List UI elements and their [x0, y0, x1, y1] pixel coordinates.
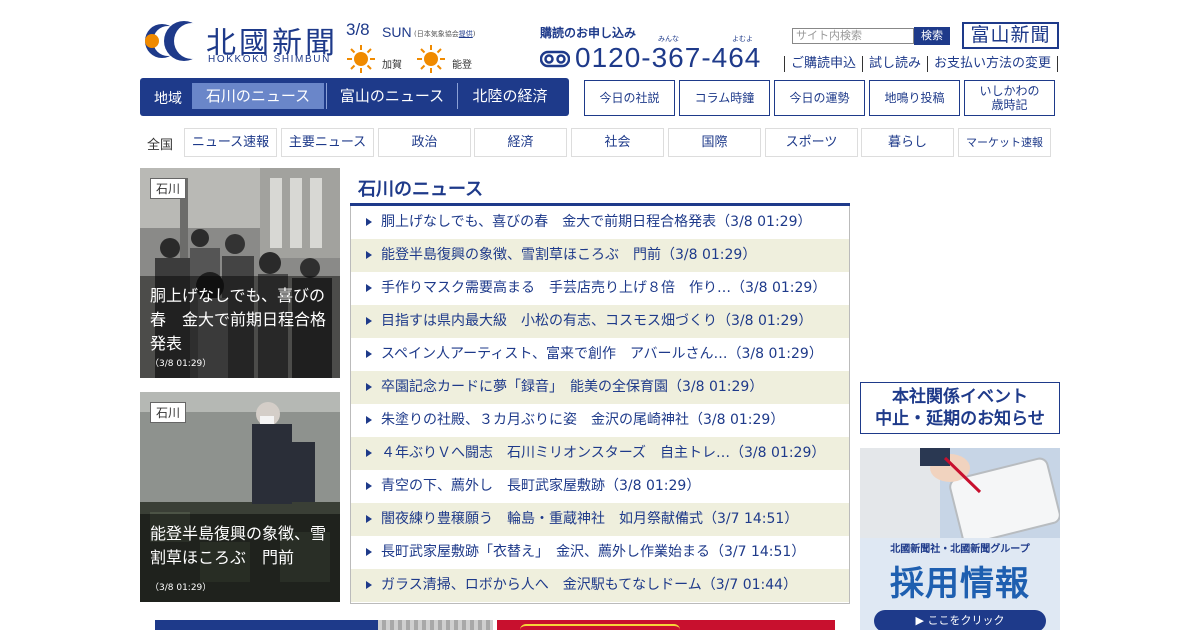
section-fortune-button[interactable]: 今日の運勢 [774, 80, 865, 116]
recruit-title: 採用情報 [890, 564, 1030, 604]
category-breaking-news[interactable]: ニュース速報 [184, 128, 277, 157]
arrow-right-icon [366, 449, 372, 457]
category-sports[interactable]: スポーツ [765, 128, 858, 157]
category-top-news[interactable]: 主要ニュース [281, 128, 374, 157]
weather-date: 3/8 [346, 20, 370, 39]
region-divider [326, 83, 327, 109]
weather-place-kaga: 加賀 [382, 60, 402, 71]
photo-story-1[interactable]: 石川 胴上げなしでも、喜びの春 金大で前期日程合格発表 （3/8 01:29） [140, 168, 340, 378]
arrow-right-icon [366, 515, 372, 523]
photo-region-tag: 石川 [150, 178, 187, 199]
event-banner-line1: 本社関係イベント [892, 387, 1028, 407]
section-column-button[interactable]: コラム時鐘 [679, 80, 770, 116]
weather-day: SUN [382, 24, 412, 40]
news-item[interactable]: 手作りマスク需要高まる 手芸店売り上げ８倍 作り…（3/8 01:29） [351, 272, 849, 305]
toyama-shimbun-link[interactable]: 富山新聞 [962, 22, 1059, 49]
bottom-ad-left-image [378, 620, 493, 630]
logo-mark-icon [145, 21, 200, 61]
arrow-right-icon [366, 350, 372, 358]
tab-hokuriku-economy[interactable]: 北陸の経済 [458, 83, 562, 109]
event-banner-line2: 中止・延期のお知らせ [875, 409, 1045, 429]
weather-place-noto: 能登 [452, 60, 472, 71]
category-national-label[interactable]: 全国 [147, 134, 173, 153]
news-list: 胴上げなしでも、喜びの春 金大で前期日程合格発表（3/8 01:29） 能登半島… [350, 206, 850, 604]
section-reader-posts-button[interactable]: 地鳴り投稿 [869, 80, 960, 116]
subscription-title: 購読のお申し込み [540, 26, 637, 40]
weather-source: (日本気象協会提供) [414, 30, 476, 38]
category-politics[interactable]: 政治 [378, 128, 471, 157]
news-item[interactable]: スペイン人アーティスト、富来で創作 アバールさん…（3/8 01:29） [351, 338, 849, 371]
subscription-block[interactable]: 購読のお申し込み みんな よむよ 0120-367-464 [540, 24, 785, 78]
news-item[interactable]: 卒園記念カードに夢「録音」 能美の全保育園（3/8 01:29） [351, 371, 849, 404]
photo-timestamp: （3/8 01:29） [150, 583, 212, 593]
util-link-trial[interactable]: 試し読み [862, 56, 927, 72]
arrow-right-icon [366, 317, 372, 325]
event-notice-banner[interactable]: 本社関係イベント 中止・延期のお知らせ [860, 382, 1060, 434]
category-society[interactable]: 社会 [571, 128, 664, 157]
search-button[interactable]: 検索 [914, 27, 950, 45]
weather-widget: 3/8 SUN (日本気象協会提供) 加賀 能登 [346, 18, 486, 73]
tablet-hand-illustration [860, 448, 1060, 538]
arrow-right-icon [366, 548, 372, 556]
news-item[interactable]: ガラス清掃、ロボから人へ 金沢駅もてなしドーム（3/7 01:44） [351, 569, 849, 602]
free-dial-icon [540, 50, 570, 68]
arrow-right-icon [366, 416, 372, 424]
news-item[interactable]: 目指すは県内最大級 小松の有志、コスモス畑づくり（3/8 01:29） [351, 305, 849, 338]
photo-story-2[interactable]: 石川 能登半島復興の象徴、雪割草ほころぶ 門前 （3/8 01:29） [140, 392, 340, 602]
photo-caption: 能登半島復興の象徴、雪割草ほころぶ 門前 （3/8 01:29） [140, 514, 340, 602]
news-item[interactable]: 能登半島復興の象徴、雪割草ほころぶ 門前（3/8 01:29） [351, 239, 849, 272]
sun-icon [417, 45, 445, 73]
arrow-right-icon [366, 482, 372, 490]
photo-timestamp: （3/8 01:29） [150, 359, 212, 369]
news-item[interactable]: ４年ぶりＶへ闘志 石川ミリオンスターズ 自主トレ…（3/8 01:29） [351, 437, 849, 470]
recruitment-banner[interactable]: 北國新聞社・北國新聞グループ 採用情報 ▶ ここをクリック [860, 448, 1060, 630]
bottom-ad-right-graphic [520, 624, 680, 630]
category-market[interactable]: マーケット速報 [958, 128, 1051, 157]
phone-number[interactable]: 0120-367-464 [575, 42, 761, 74]
section-editorial-button[interactable]: 今日の社説 [584, 80, 675, 116]
site-search: サイト内検索 検索 [792, 27, 950, 47]
photo-caption-text: 能登半島復興の象徴、雪割草ほころぶ 門前 [150, 524, 327, 567]
news-item[interactable]: 胴上げなしでも、喜びの春 金大で前期日程合格発表（3/8 01:29） [351, 206, 849, 239]
photo-caption-text: 胴上げなしでも、喜びの春 金大で前期日程合格発表 [150, 286, 327, 353]
arrow-right-icon [366, 218, 372, 226]
arrow-right-icon [366, 383, 372, 391]
recruit-click-button[interactable]: ▶ ここをクリック [874, 610, 1046, 630]
arrow-right-icon [366, 284, 372, 292]
search-input[interactable]: サイト内検索 [792, 28, 914, 44]
category-living[interactable]: 暮らし [861, 128, 954, 157]
recruit-subtitle: 北國新聞社・北國新聞グループ [890, 544, 1030, 555]
arrow-right-icon [366, 251, 372, 259]
region-nav: 地域 石川のニュース 富山のニュース 北陸の経済 [140, 78, 569, 116]
category-international[interactable]: 国際 [668, 128, 761, 157]
logo-subtitle: HOKKOKU SHIMBUN [208, 54, 331, 65]
category-economy[interactable]: 経済 [474, 128, 567, 157]
photo-region-tag: 石川 [150, 402, 187, 423]
tab-toyama-news[interactable]: 富山のニュース [328, 83, 456, 109]
news-item[interactable]: 闇夜練り豊穣願う 輪島・重蔵神社 如月祭献備式（3/7 14:51） [351, 503, 849, 536]
utility-links: ご購読申込 試し読み お支払い方法の変更 [784, 56, 1059, 74]
region-label: 地域 [154, 91, 182, 107]
tab-ishikawa-news[interactable]: 石川のニュース [192, 83, 324, 109]
weather-source-link[interactable]: 提供 [459, 30, 473, 38]
site-logo[interactable]: 北國新聞 HOKKOKU SHIMBUN [140, 16, 340, 68]
util-link-payment[interactable]: お支払い方法の変更 [927, 56, 1059, 72]
photo-caption: 胴上げなしでも、喜びの春 金大で前期日程合格発表 （3/8 01:29） [140, 276, 340, 378]
news-item[interactable]: 朱塗りの社殿、３カ月ぶりに姿 金沢の尾崎神社（3/8 01:29） [351, 404, 849, 437]
sun-icon [347, 45, 375, 73]
news-item[interactable]: 長町武家屋敷跡「衣替え」 金沢、薦外し作業始まる（3/7 14:51） [351, 536, 849, 569]
arrow-right-icon [366, 581, 372, 589]
util-link-subscribe[interactable]: ご購読申込 [784, 56, 862, 72]
section-almanac-button[interactable]: いしかわの 歳時記 [964, 80, 1055, 116]
news-section-title: 石川のニュース [358, 179, 484, 200]
news-item[interactable]: 青空の下、薦外し 長町武家屋敷跡（3/8 01:29） [351, 470, 849, 503]
